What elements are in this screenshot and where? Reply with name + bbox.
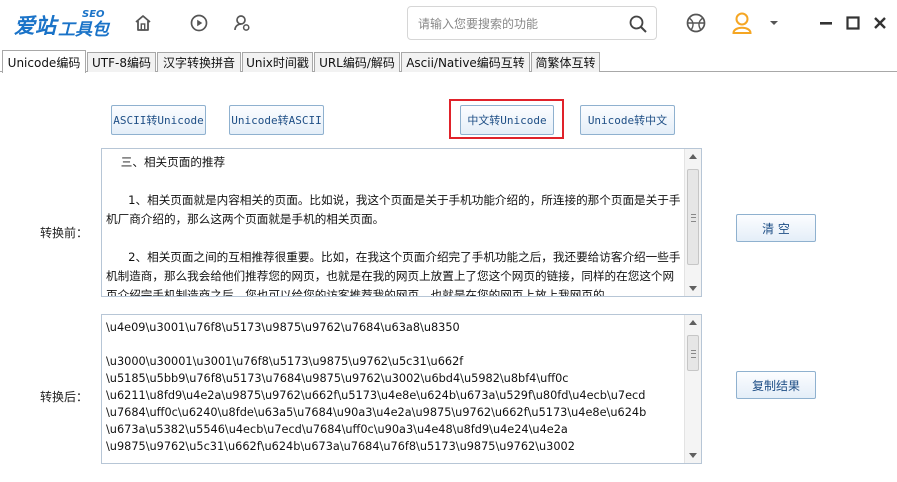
close-icon[interactable] <box>866 9 894 37</box>
copy-result-button[interactable]: 复制结果 <box>736 371 816 399</box>
ascii-to-unicode-button[interactable]: ASCII转Unicode <box>111 105 206 135</box>
svg-text:工具包: 工具包 <box>58 20 111 40</box>
tab-url-encode[interactable]: URL编码/解码 <box>314 52 400 72</box>
chinese-to-unicode-button[interactable]: 中文转Unicode <box>460 105 554 135</box>
output-text: \u4e09\u3001\u76f8\u5173\u9875\u9762\u76… <box>106 321 647 453</box>
input-label: 转换前： <box>40 226 89 240</box>
output-label: 转换后： <box>40 390 89 404</box>
scroll-thumb[interactable] <box>687 335 699 371</box>
title-bar: 爱站 工具包 SEO <box>0 0 897 46</box>
unicode-to-ascii-button[interactable]: Unicode转ASCII <box>229 105 324 135</box>
tab-ascii-native[interactable]: Ascii/Native编码互转 <box>401 52 530 72</box>
minimize-icon[interactable] <box>812 9 840 37</box>
tab-unicode[interactable]: Unicode编码 <box>2 50 86 73</box>
search-box <box>407 6 657 40</box>
input-text: 三、相关页面的推荐 1、相关页面就是内容相关的页面。比如说，我这个页面是关于手机… <box>106 155 681 297</box>
scroll-down-arrow-icon[interactable] <box>689 453 697 458</box>
input-textarea[interactable]: 三、相关页面的推荐 1、相关页面就是内容相关的页面。比如说，我这个页面是关于手机… <box>101 148 702 297</box>
tab-bar: Unicode编码 UTF-8编码 汉字转换拼音 Unix时间戳 URL编码/解… <box>0 50 897 73</box>
output-textarea[interactable]: \u4e09\u3001\u76f8\u5173\u9875\u9762\u76… <box>101 314 702 464</box>
scroll-thumb[interactable] <box>687 169 699 265</box>
unicode-to-chinese-button[interactable]: Unicode转中文 <box>580 105 675 135</box>
svg-text:爱站: 爱站 <box>14 14 59 38</box>
tab-utf8[interactable]: UTF-8编码 <box>87 52 156 72</box>
logo-graphic: 爱站 工具包 SEO <box>14 9 111 40</box>
home-icon[interactable] <box>129 9 157 37</box>
play-icon[interactable] <box>185 9 213 37</box>
menu-dropdown-icon[interactable] <box>760 9 788 37</box>
scroll-up-arrow-icon[interactable] <box>689 154 697 159</box>
basketball-icon[interactable] <box>682 9 710 37</box>
output-scrollbar[interactable] <box>684 315 701 463</box>
search-icon[interactable] <box>628 14 648 34</box>
avatar-icon[interactable] <box>728 9 756 37</box>
search-input[interactable] <box>418 15 618 33</box>
scroll-down-arrow-icon[interactable] <box>689 286 697 291</box>
tab-simplified-traditional[interactable]: 简繁体互转 <box>531 52 600 72</box>
app-logo[interactable]: 爱站 工具包 SEO <box>14 6 114 40</box>
tab-pinyin[interactable]: 汉字转换拼音 <box>157 52 241 72</box>
maximize-icon[interactable] <box>839 9 867 37</box>
user-settings-icon[interactable] <box>228 9 256 37</box>
tab-unix-timestamp[interactable]: Unix时间戳 <box>242 52 313 72</box>
clear-button[interactable]: 清 空 <box>736 214 816 242</box>
scroll-up-arrow-icon[interactable] <box>689 320 697 325</box>
svg-text:SEO: SEO <box>82 9 105 20</box>
input-scrollbar[interactable] <box>684 149 701 296</box>
